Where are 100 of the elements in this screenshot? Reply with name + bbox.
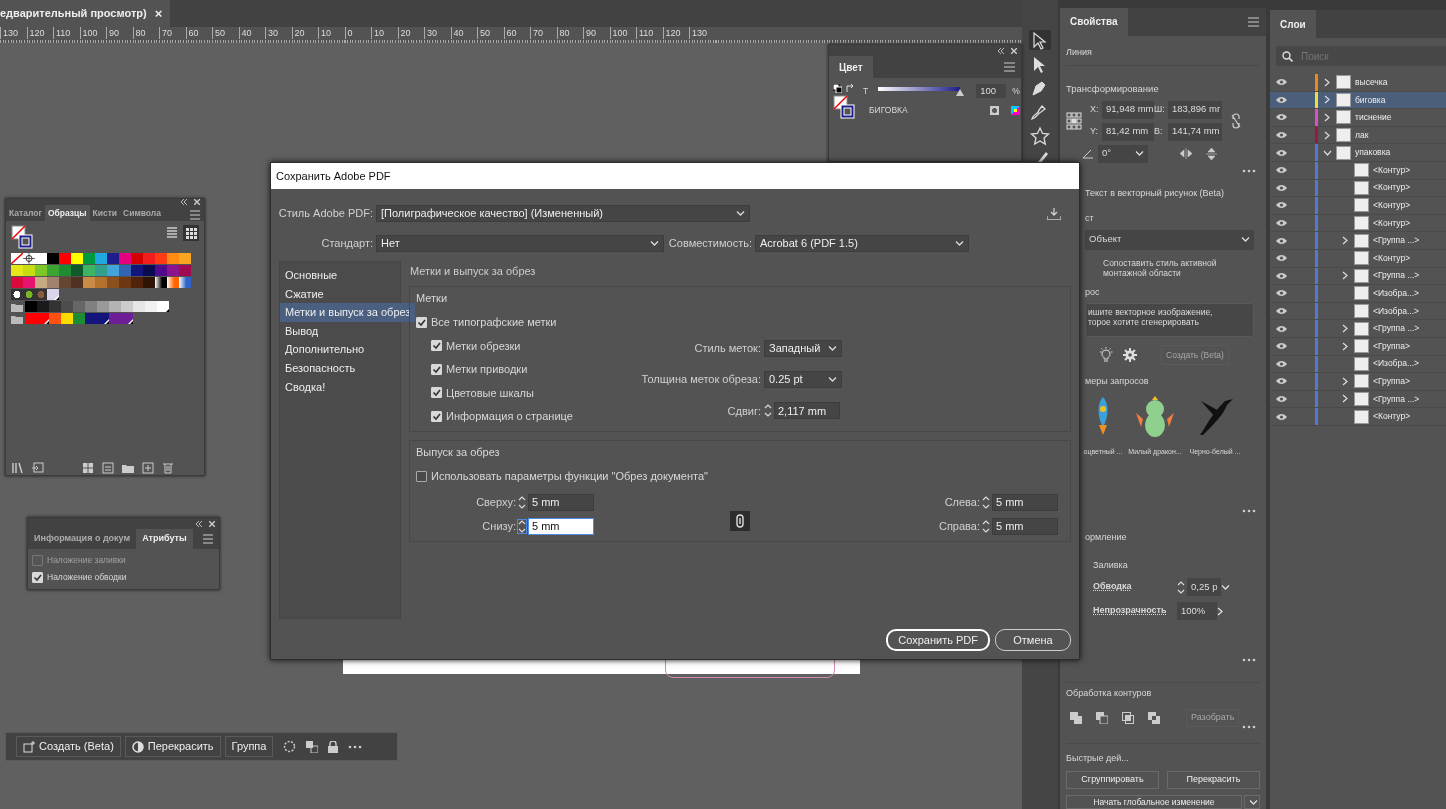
gradient-swatch[interactable] — [167, 277, 179, 288]
visibility-icon[interactable] — [1276, 307, 1287, 315]
chevron-right-icon[interactable] — [1342, 394, 1348, 404]
layer-row[interactable]: упаковка — [1270, 144, 1446, 162]
chevron-right-icon[interactable] — [1217, 606, 1223, 616]
visibility-icon[interactable] — [1276, 78, 1287, 87]
color-swatch[interactable] — [155, 265, 167, 276]
default-colors-icon[interactable] — [833, 84, 842, 93]
color-swatch[interactable] — [107, 265, 119, 276]
star-icon[interactable] — [1029, 126, 1051, 146]
layer-row[interactable]: <Группа ...> — [1270, 390, 1446, 409]
spinner-icon[interactable] — [982, 495, 990, 509]
more-icon[interactable] — [1242, 509, 1256, 513]
color-swatch[interactable] — [73, 313, 85, 324]
close-icon[interactable] — [1011, 47, 1017, 54]
color-swatch[interactable] — [71, 265, 83, 276]
gradient-swatch[interactable] — [155, 277, 167, 288]
nav-item[interactable]: Сжатие — [280, 284, 416, 304]
add-icon[interactable] — [142, 462, 154, 474]
type-dropdown[interactable]: Объект — [1085, 229, 1254, 250]
settings-icon[interactable] — [1123, 348, 1137, 362]
color-swatch[interactable] — [143, 253, 155, 264]
more-icon[interactable] — [1242, 658, 1256, 662]
color-swatch[interactable] — [179, 253, 191, 264]
caret-icon[interactable] — [1221, 583, 1231, 591]
nav-item[interactable]: Метки и выпуск за обрез — [280, 303, 416, 322]
nav-item[interactable]: Дополнительно — [280, 340, 416, 359]
nav-item[interactable]: Безопасность — [280, 358, 416, 378]
color-swatch[interactable] — [143, 265, 155, 276]
lock-icon[interactable] — [328, 740, 339, 753]
chevron-right-icon[interactable] — [1342, 236, 1348, 246]
visibility-icon[interactable] — [1276, 113, 1287, 122]
layer-row[interactable]: тиснение — [1270, 109, 1446, 127]
color-swatch[interactable] — [97, 313, 109, 324]
menu-icon[interactable] — [202, 533, 213, 545]
chevron-right-icon[interactable] — [1324, 130, 1330, 140]
color-swatch[interactable] — [83, 277, 95, 288]
dropdown[interactable]: Западный — [764, 339, 842, 357]
input-field[interactable]: 91,948 mm — [1102, 100, 1154, 119]
visibility-icon[interactable] — [1276, 289, 1287, 298]
visibility-icon[interactable] — [1276, 131, 1287, 140]
swatch-kind-icon[interactable] — [82, 462, 94, 474]
color-swatch[interactable] — [167, 265, 179, 276]
unlink-icon[interactable] — [1230, 112, 1242, 129]
chevron-right-icon[interactable] — [1342, 271, 1348, 281]
visibility-icon[interactable] — [1276, 254, 1287, 263]
input-field[interactable]: 0,25 p — [1187, 578, 1222, 596]
registration-swatch[interactable] — [23, 253, 35, 264]
pattern-swatch[interactable] — [35, 289, 47, 300]
dropdown[interactable]: Acrobat 6 (PDF 1.5) — [755, 235, 969, 252]
visibility-icon[interactable] — [1276, 412, 1287, 421]
checkbox[interactable] — [431, 340, 442, 352]
swap-icon[interactable] — [846, 84, 855, 93]
visibility-icon[interactable] — [1276, 359, 1287, 368]
panel-tab[interactable]: Атрибуты — [136, 529, 193, 549]
visibility-icon[interactable] — [1276, 324, 1287, 333]
flip-vertical-icon[interactable] — [1206, 147, 1217, 160]
input-field[interactable]: 2,117 mm — [774, 402, 840, 420]
gradient-swatch[interactable] — [179, 277, 191, 288]
spinner-icon[interactable] — [1177, 580, 1185, 594]
input-field[interactable]: 100 — [976, 84, 1007, 98]
color-swatch[interactable] — [47, 253, 59, 264]
color-swatch[interactable] — [119, 277, 131, 288]
layer-row[interactable]: <Изобра...> — [1270, 355, 1446, 374]
spinner-icon[interactable] — [982, 519, 990, 533]
visibility-icon[interactable] — [1276, 377, 1287, 386]
layer-row[interactable]: <Группа ...> — [1270, 232, 1446, 250]
color-swatch[interactable] — [35, 253, 47, 264]
toolbar-button[interactable]: Перекрасить — [124, 736, 221, 757]
color-swatch[interactable] — [35, 265, 47, 276]
dialog-button[interactable]: Отмена — [995, 629, 1071, 651]
checkbox[interactable] — [32, 571, 43, 583]
color-swatch[interactable] — [133, 301, 145, 312]
layer-row[interactable]: <Контур> — [1270, 249, 1446, 268]
color-swatch[interactable] — [37, 313, 49, 324]
color-swatch[interactable] — [11, 277, 23, 288]
input-field[interactable]: 5 mm — [992, 493, 1058, 511]
panel-tab[interactable]: Слои — [1270, 10, 1316, 38]
close-icon[interactable] — [194, 199, 200, 205]
color-swatch[interactable] — [95, 277, 107, 288]
prompt-field[interactable]: ишите векторное изображение, торое хотите сгенерировать — [1085, 303, 1254, 337]
color-swatch[interactable] — [25, 301, 37, 312]
layer-row[interactable]: <Группа> — [1270, 373, 1446, 391]
place-icon[interactable] — [32, 462, 44, 474]
input-field[interactable]: 183,896 mr — [1168, 100, 1222, 119]
document-tab[interactable]: едварительный просмотр) — [0, 0, 151, 27]
minus-front-icon[interactable] — [1096, 711, 1108, 724]
color-swatch[interactable] — [61, 301, 73, 312]
chevron-right-icon[interactable] — [1342, 341, 1348, 351]
visibility-icon[interactable] — [1276, 166, 1287, 175]
color-swatch[interactable] — [109, 313, 121, 324]
none-swatch[interactable] — [11, 253, 23, 264]
dropdown[interactable]: 0.25 pt — [764, 371, 842, 388]
color-swatch[interactable] — [85, 301, 97, 312]
color-square-icon[interactable] — [989, 105, 999, 115]
color-swatch[interactable] — [155, 253, 167, 264]
menu-icon[interactable] — [1247, 15, 1260, 28]
folder-icon[interactable] — [122, 462, 134, 474]
layer-row[interactable]: <Контур> — [1270, 161, 1446, 180]
unite-icon[interactable] — [1070, 711, 1082, 724]
